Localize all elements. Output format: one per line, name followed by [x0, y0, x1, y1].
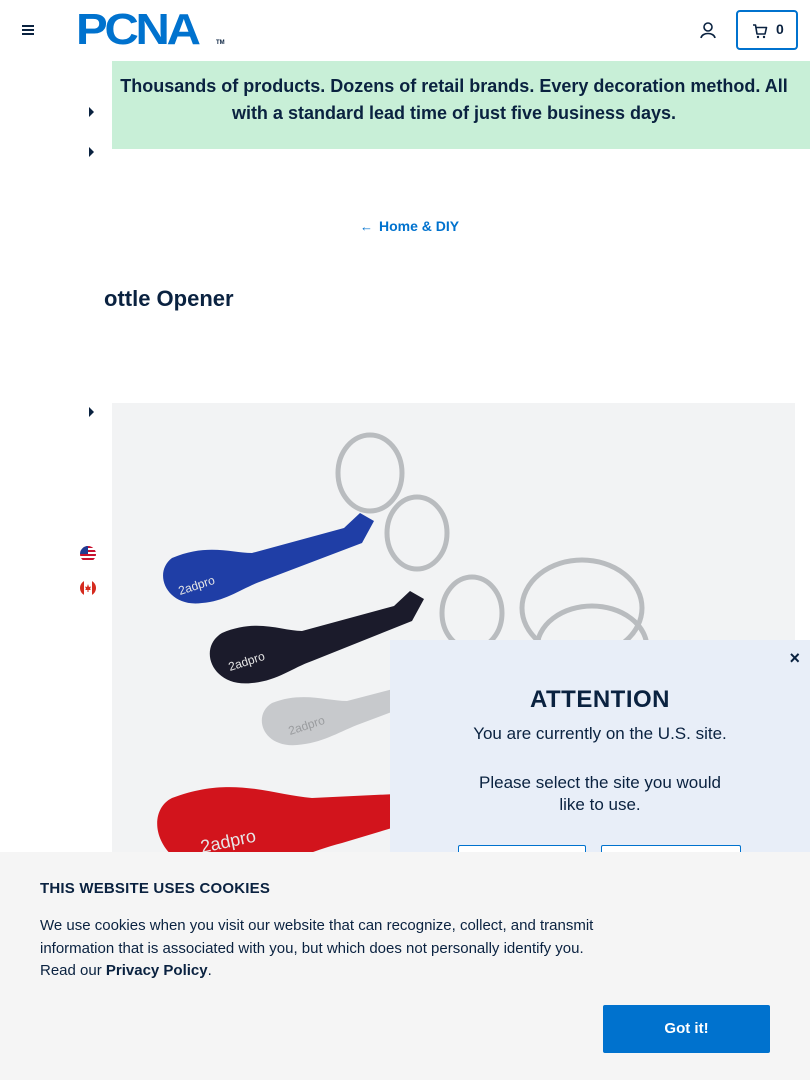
- privacy-policy-link[interactable]: Privacy Policy: [106, 962, 208, 979]
- modal-current-site-text: You are currently on the U.S. site.: [473, 724, 727, 743]
- cart-count: 0: [776, 21, 784, 37]
- product-title: ottle Opener: [104, 286, 234, 311]
- caret-right-icon[interactable]: [89, 407, 94, 417]
- caret-right-icon[interactable]: [89, 147, 94, 157]
- modal-title: ATTENTION: [529, 686, 671, 713]
- logo-text: PCNA: [76, 5, 201, 54]
- pcna-logo[interactable]: PCNA TM: [76, 6, 226, 54]
- cart-icon: [752, 23, 768, 39]
- cookie-accept-button[interactable]: Got it!: [603, 1005, 770, 1053]
- arrow-left-icon: ←: [360, 219, 373, 234]
- canada-flag-icon[interactable]: [80, 580, 96, 596]
- cookie-banner: THIS WEBSITE USES COOKIES We use cookies…: [0, 852, 810, 1080]
- us-flag-icon[interactable]: [80, 546, 96, 562]
- modal-select-text-1: Please select the site you would: [479, 773, 721, 792]
- promo-banner: Thousands of products. Dozens of retail …: [112, 61, 810, 149]
- cookie-title: THIS WEBSITE USES COOKIES: [40, 880, 271, 897]
- account-icon[interactable]: [699, 21, 717, 39]
- menu-icon[interactable]: [18, 20, 38, 40]
- promo-banner-text: Thousands of products. Dozens of retail …: [120, 76, 788, 123]
- site-header: PCNA TM 0: [0, 0, 810, 60]
- cookie-body-period: .: [207, 962, 212, 979]
- logo-trademark: TM: [216, 40, 225, 46]
- modal-select-text-2: like to use.: [559, 795, 641, 814]
- breadcrumb-back-link[interactable]: ← Home & DIY: [360, 218, 459, 234]
- close-icon[interactable]: ×: [789, 648, 800, 669]
- breadcrumb-label: Home & DIY: [379, 218, 460, 234]
- caret-right-icon[interactable]: [89, 107, 94, 117]
- cart-button[interactable]: 0: [736, 10, 798, 50]
- cookie-body: We use cookies when you visit our websit…: [40, 915, 610, 983]
